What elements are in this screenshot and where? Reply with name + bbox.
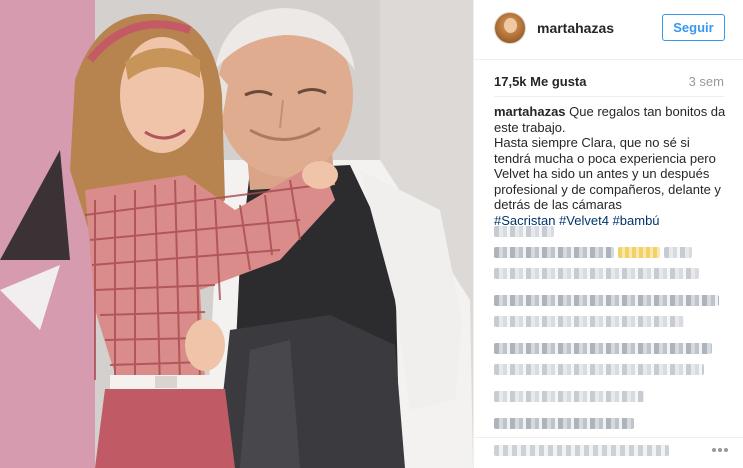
likes-count[interactable]: 17,5k Me gusta [494,74,587,89]
post-caption: martahazas Que regalos tan bonitos da es… [494,104,726,228]
post-timestamp[interactable]: 3 sem [689,74,724,89]
username-link[interactable]: martahazas [537,20,614,36]
post-stats: 17,5k Me gusta 3 sem [494,74,724,92]
post-photo [0,0,473,468]
post-header: martahazas Seguir [474,0,743,60]
comment-item [494,418,634,429]
comment-text [494,391,644,402]
profile-avatar[interactable] [494,12,526,44]
comment-item [494,343,712,354]
caption-username[interactable]: martahazas [494,104,566,119]
comment-text [494,364,704,375]
more-dots-icon[interactable] [711,447,729,453]
comment-item [494,247,726,258]
instagram-post: martahazas Seguir 17,5k Me gusta 3 sem m… [0,0,743,468]
comment-text [494,316,684,327]
comment-text [664,247,692,258]
post-side-panel: martahazas Seguir 17,5k Me gusta 3 sem m… [473,0,743,468]
comments-list [494,226,726,445]
add-comment-input[interactable] [494,445,669,456]
caption-text-line2: Hasta siempre Clara, que no sé si tendrá… [494,135,721,212]
photo-illustration [0,0,473,468]
divider [494,96,724,97]
comment-username[interactable] [494,247,614,258]
view-comments-link[interactable] [494,226,554,237]
emoji-icon [618,247,660,258]
comment-item [494,295,719,306]
comment-text [494,268,699,279]
follow-button[interactable]: Seguir [662,14,725,41]
